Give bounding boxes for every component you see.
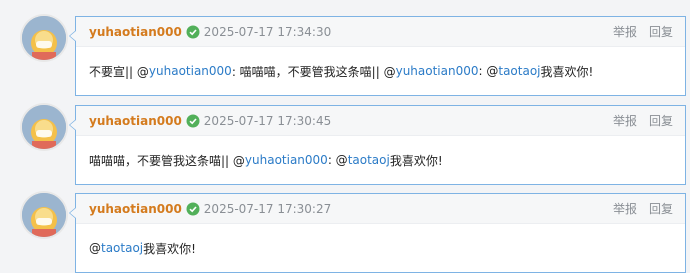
avatar-image (22, 105, 66, 149)
comment-actions: 举报 回复 (613, 23, 673, 40)
comment-header: yuhaotian000 2025-07-17 17:30:45 举报 回复 (76, 106, 685, 136)
timestamp: 2025-07-17 17:34:30 (203, 24, 332, 39)
reply-button[interactable]: 回复 (649, 23, 673, 40)
timestamp: 2025-07-17 17:30:45 (203, 113, 332, 128)
avatar[interactable] (22, 16, 66, 60)
mention-link[interactable]: taotaoj (498, 64, 540, 78)
comment-card: yuhaotian000 2025-07-17 17:34:30 举报 回复 不… (69, 16, 686, 96)
report-button[interactable]: 举报 (613, 23, 637, 40)
comment-text: : @ (478, 64, 499, 78)
username[interactable]: yuhaotian000 (89, 202, 182, 216)
mention-link[interactable]: yuhaotian000 (396, 64, 479, 78)
avatar[interactable] (22, 193, 66, 237)
mention-link[interactable]: taotaoj (348, 153, 390, 167)
comment-text: : @ (327, 153, 348, 167)
comment-text: 喵喵喵，不要管我这条喵|| @ (89, 153, 245, 168)
comment-card: yuhaotian000 2025-07-17 17:30:45 举报 回复 喵… (69, 105, 686, 185)
report-button[interactable]: 举报 (613, 112, 637, 129)
comment-actions: 举报 回复 (613, 200, 673, 217)
comment-text: @ (89, 241, 101, 255)
mention-link[interactable]: yuhaotian000 (245, 153, 328, 167)
comment-header: yuhaotian000 2025-07-17 17:30:27 举报 回复 (76, 194, 685, 224)
username[interactable]: yuhaotian000 (89, 114, 182, 128)
verified-check-icon (186, 202, 200, 215)
avatar-image (22, 16, 66, 60)
verified-check-icon (186, 114, 200, 127)
mention-link[interactable]: taotaoj (101, 241, 143, 255)
verified-check-icon (186, 25, 200, 38)
reply-button[interactable]: 回复 (649, 112, 673, 129)
comment-body: 不要宣|| @ yuhaotian000 : 喵喵喵，不要管我这条喵|| @ yuh… (76, 47, 685, 95)
report-button[interactable]: 举报 (613, 200, 637, 217)
comment-body: @ taotaoj 我喜欢你! (76, 224, 685, 272)
comment-card: yuhaotian000 2025-07-17 17:30:27 举报 回复 @… (69, 193, 686, 273)
comment-body: 喵喵喵，不要管我这条喵|| @ yuhaotian000 : @ taotaoj 我… (76, 136, 685, 184)
comment-text: 我喜欢你! (143, 241, 196, 256)
comment-text: 不要宣|| @ (89, 64, 149, 79)
mention-link[interactable]: yuhaotian000 (149, 64, 232, 78)
reply-button[interactable]: 回复 (649, 200, 673, 217)
comment-header: yuhaotian000 2025-07-17 17:34:30 举报 回复 (76, 17, 685, 47)
comment-actions: 举报 回复 (613, 112, 673, 129)
comment-text: 我喜欢你! (540, 64, 594, 79)
avatar-image (22, 193, 66, 237)
username[interactable]: yuhaotian000 (89, 25, 182, 39)
timestamp: 2025-07-17 17:30:27 (203, 201, 332, 216)
avatar[interactable] (22, 105, 66, 149)
comment-text: 我喜欢你! (389, 153, 443, 168)
comment-text: : 喵喵喵，不要管我这条喵|| @ (231, 64, 396, 79)
